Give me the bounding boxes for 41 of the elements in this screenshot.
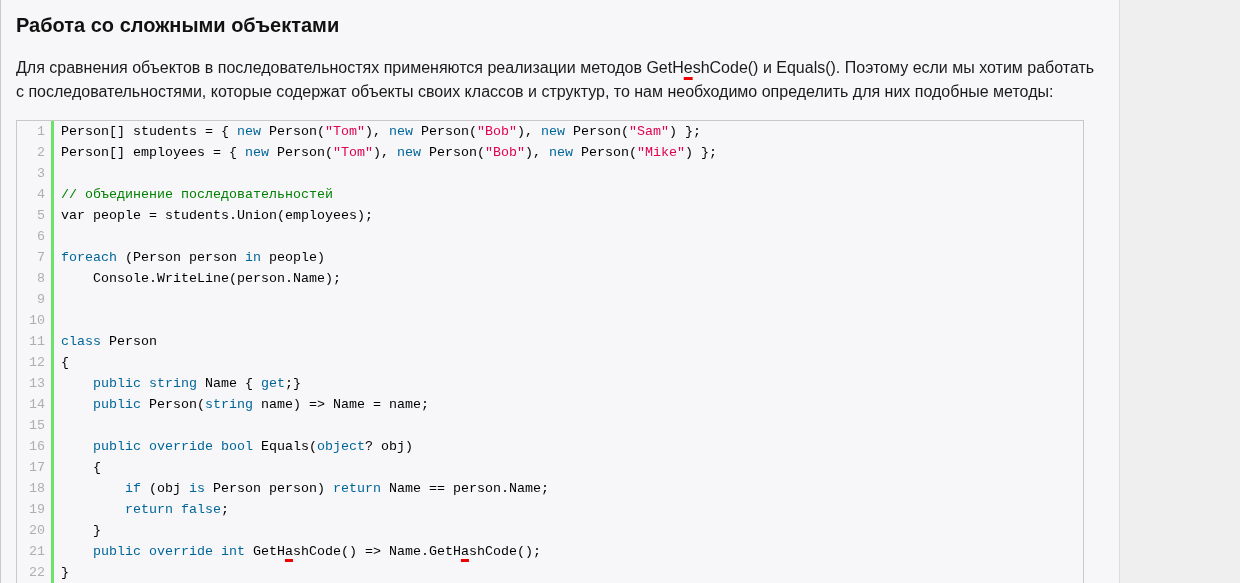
code-line: Person[] students = { new Person("Tom"), new Person("Bob"), new Person("Sam") }; <box>61 123 702 141</box>
line-number: 17 <box>28 459 46 477</box>
line-number: 22 <box>28 564 46 582</box>
line-number: 16 <box>28 438 46 456</box>
line-number: 7 <box>36 249 46 267</box>
code-line: { <box>61 354 70 372</box>
line-number: 14 <box>28 396 46 414</box>
line-number: 1 <box>36 123 46 141</box>
line-number: 6 <box>36 228 46 246</box>
code-line: foreach (Person person in people) <box>61 249 326 267</box>
code-line: return false; <box>124 501 230 519</box>
line-number: 21 <box>28 543 46 561</box>
code-line: } <box>92 522 102 540</box>
line-number: 19 <box>28 501 46 519</box>
line-number: 5 <box>36 207 46 225</box>
code-line: if (obj is Person person) return Name == person.Name; <box>124 480 550 498</box>
line-number: 12 <box>28 354 46 372</box>
line-number: 10 <box>28 312 46 330</box>
article-heading: Работа со сложными объектами <box>16 13 341 38</box>
line-number: 3 <box>36 165 46 183</box>
code-line: class Person <box>61 333 158 351</box>
article-paragraph: Для сравнения объектов в последовательностях применяются реализации методов GetHeshCode() и Equals(). Поэтому если мы хотим работать с последовательностями, которые содержат объекты своих классов и структур, то нам необходимо определить для них подобные методы: <box>16 58 1096 102</box>
code-line: var people = students.Union(employees); <box>61 207 374 225</box>
code-line: public override int GetHashCode() => Name.GetHashCode(); <box>92 543 542 561</box>
line-number: 18 <box>28 480 46 498</box>
code-line: public string Name { get;} <box>92 375 302 393</box>
line-number: 13 <box>28 375 46 393</box>
code-line: Person[] employees = { new Person("Tom"), new Person("Bob"), new Person("Mike") }; <box>61 144 718 162</box>
code-line: } <box>61 564 70 582</box>
line-number: 9 <box>36 291 46 309</box>
line-number: 2 <box>36 144 46 162</box>
code-line: // объединение последовательностей <box>61 186 334 204</box>
code-line: public Person(string name) => Name = name; <box>92 396 430 414</box>
line-number: 8 <box>36 270 46 288</box>
line-number: 15 <box>28 417 46 435</box>
line-number: 4 <box>36 186 46 204</box>
line-number: 20 <box>28 522 46 540</box>
line-number: 11 <box>28 333 46 351</box>
code-line: { <box>92 459 102 477</box>
code-line: Console.WriteLine(person.Name); <box>92 270 342 288</box>
code-line: public override bool Equals(object? obj) <box>92 438 414 456</box>
